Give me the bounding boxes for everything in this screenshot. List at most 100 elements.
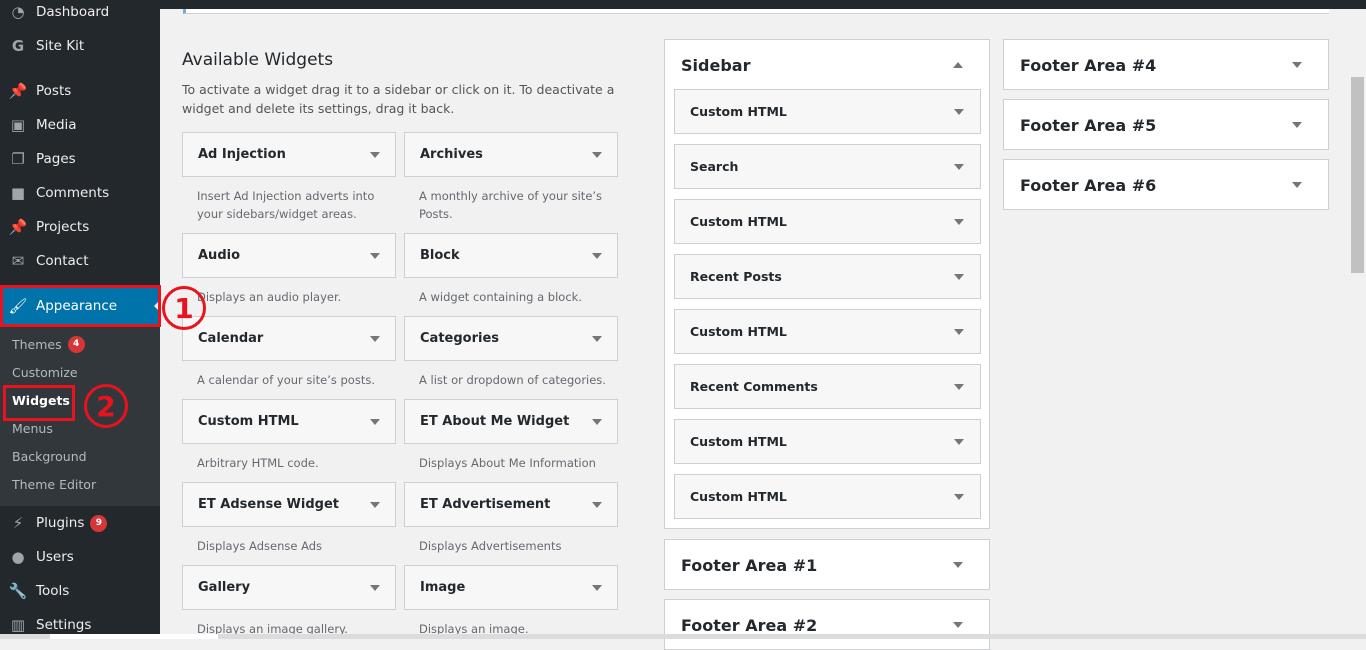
menu-item-projects[interactable]: 📌 Projects xyxy=(0,210,160,244)
expand-arrow-icon[interactable] xyxy=(953,562,963,573)
available-widget[interactable]: Calendar xyxy=(182,316,396,361)
sidebar-widget[interactable]: Recent Posts xyxy=(674,254,981,299)
widget-description: Displays Advertisements xyxy=(419,539,562,553)
widget-area[interactable]: Footer Area #4 xyxy=(1003,39,1329,90)
sidebar-widget[interactable]: Custom HTML xyxy=(674,89,981,134)
widget-title: Image xyxy=(420,580,466,595)
expand-arrow-icon[interactable] xyxy=(1292,62,1302,73)
menu-label: Comments xyxy=(36,185,110,201)
sidebar-widget[interactable]: Custom HTML xyxy=(674,419,981,464)
scrollbar-thumb[interactable] xyxy=(1351,77,1364,273)
expand-arrow-icon[interactable] xyxy=(370,501,380,513)
available-widget[interactable]: Custom HTML xyxy=(182,399,396,444)
widget-area-title: Footer Area #1 xyxy=(681,555,818,575)
expand-arrow-icon[interactable] xyxy=(592,501,602,513)
widget-title: Custom HTML xyxy=(690,434,787,449)
submenu-item-customize[interactable]: Customize xyxy=(12,358,78,386)
collapse-arrow-icon[interactable] xyxy=(953,57,963,68)
available-widget[interactable]: Image xyxy=(404,565,618,610)
widget-area[interactable]: Footer Area #5 xyxy=(1003,99,1329,150)
expand-arrow-icon[interactable] xyxy=(954,493,964,505)
expand-arrow-icon[interactable] xyxy=(954,383,964,395)
widget-title: ET Adsense Widget xyxy=(198,497,339,512)
widget-description: A calendar of your site’s posts. xyxy=(197,373,375,387)
expand-arrow-icon[interactable] xyxy=(370,252,380,264)
available-widget[interactable]: Block xyxy=(404,233,618,278)
expand-arrow-icon[interactable] xyxy=(370,418,380,430)
available-widget[interactable]: Gallery xyxy=(182,565,396,610)
available-widget[interactable]: ET Advertisement xyxy=(404,482,618,527)
available-widget[interactable]: Audio xyxy=(182,233,396,278)
expand-arrow-icon[interactable] xyxy=(592,335,602,347)
menu-item-plugins[interactable]: ⚡ Plugins 9 xyxy=(0,506,160,540)
sidebar-widget[interactable]: Custom HTML xyxy=(674,474,981,519)
widget-description: A widget containing a block. xyxy=(419,290,582,304)
widget-description: Arbitrary HTML code. xyxy=(197,456,319,470)
available-widget[interactable]: ET About Me Widget xyxy=(404,399,618,444)
submenu-item-theme-editor[interactable]: Theme Editor xyxy=(12,470,96,498)
menu-label: Site Kit xyxy=(36,38,85,54)
widget-title: Block xyxy=(420,248,460,263)
pages-icon: ❐ xyxy=(11,150,25,168)
sidebar-widget[interactable]: Recent Comments xyxy=(674,364,981,409)
menu-item-pages[interactable]: ❐ Pages xyxy=(0,142,160,176)
widget-area-title: Footer Area #5 xyxy=(1020,115,1157,135)
submenu-item-themes[interactable]: Themes 4 xyxy=(12,330,85,358)
widget-title: Archives xyxy=(420,147,483,162)
expand-arrow-icon[interactable] xyxy=(370,335,380,347)
menu-item-dashboard[interactable]: ◔ Dashboard xyxy=(0,0,160,29)
widget-area-header[interactable]: Footer Area #6 xyxy=(1004,160,1328,210)
widget-area-header[interactable]: Footer Area #4 xyxy=(1004,40,1328,90)
expand-arrow-icon[interactable] xyxy=(954,218,964,230)
menu-item-comments[interactable]: ■ Comments xyxy=(0,176,160,210)
available-widget[interactable]: Categories xyxy=(404,316,618,361)
expand-arrow-icon[interactable] xyxy=(592,418,602,430)
menu-item-users[interactable]: ● Users xyxy=(0,540,160,574)
sliders-icon: ▥ xyxy=(10,616,26,634)
widget-title: Calendar xyxy=(198,331,264,346)
highlight-widgets xyxy=(3,385,75,421)
menu-item-tools[interactable]: 🔧 Tools xyxy=(0,574,160,608)
sidebar-area: Sidebar Custom HTML Search Custom HTML Rece… xyxy=(664,39,990,529)
widget-area[interactable]: Footer Area #1 xyxy=(664,539,990,590)
widget-area[interactable]: Footer Area #2 xyxy=(664,599,990,650)
sidebar-area-header[interactable]: Sidebar xyxy=(665,40,989,90)
menu-label: Dashboard xyxy=(36,4,110,20)
envelope-icon: ✉ xyxy=(11,252,25,270)
menu-label: Projects xyxy=(36,219,90,235)
submenu-label: Menus xyxy=(12,420,53,436)
menu-item-site-kit[interactable]: G Site Kit xyxy=(0,29,160,63)
expand-arrow-icon[interactable] xyxy=(1292,122,1302,133)
user-icon: ● xyxy=(11,548,25,566)
submenu-item-background[interactable]: Background xyxy=(12,442,87,470)
submenu-label: Theme Editor xyxy=(12,476,97,492)
expand-arrow-icon[interactable] xyxy=(592,584,602,596)
submenu-label: Themes xyxy=(12,336,62,352)
expand-arrow-icon[interactable] xyxy=(370,151,380,163)
expand-arrow-icon[interactable] xyxy=(954,273,964,285)
expand-arrow-icon[interactable] xyxy=(954,108,964,120)
expand-arrow-icon[interactable] xyxy=(954,163,964,175)
menu-item-contact[interactable]: ✉ Contact xyxy=(0,244,160,278)
expand-arrow-icon[interactable] xyxy=(592,151,602,163)
expand-arrow-icon[interactable] xyxy=(953,622,963,633)
sidebar-widget[interactable]: Custom HTML xyxy=(674,199,981,244)
menu-label: Users xyxy=(36,549,74,565)
widget-area-header[interactable]: Footer Area #2 xyxy=(665,600,989,650)
expand-arrow-icon[interactable] xyxy=(592,252,602,264)
available-widget[interactable]: ET Adsense Widget xyxy=(182,482,396,527)
widget-area-header[interactable]: Footer Area #1 xyxy=(665,540,989,590)
menu-item-media[interactable]: ▣ Media xyxy=(0,108,160,142)
widget-area-header[interactable]: Footer Area #5 xyxy=(1004,100,1328,150)
available-widget[interactable]: Archives xyxy=(404,132,618,177)
menu-item-posts[interactable]: 📌 Posts xyxy=(0,74,160,108)
submenu-label: Background xyxy=(12,448,87,464)
available-widget[interactable]: Ad Injection xyxy=(182,132,396,177)
expand-arrow-icon[interactable] xyxy=(954,438,964,450)
expand-arrow-icon[interactable] xyxy=(954,328,964,340)
sidebar-widget[interactable]: Search xyxy=(674,144,981,189)
expand-arrow-icon[interactable] xyxy=(1292,182,1302,193)
sidebar-widget[interactable]: Custom HTML xyxy=(674,309,981,354)
expand-arrow-icon[interactable] xyxy=(370,584,380,596)
widget-area[interactable]: Footer Area #6 xyxy=(1003,159,1329,210)
